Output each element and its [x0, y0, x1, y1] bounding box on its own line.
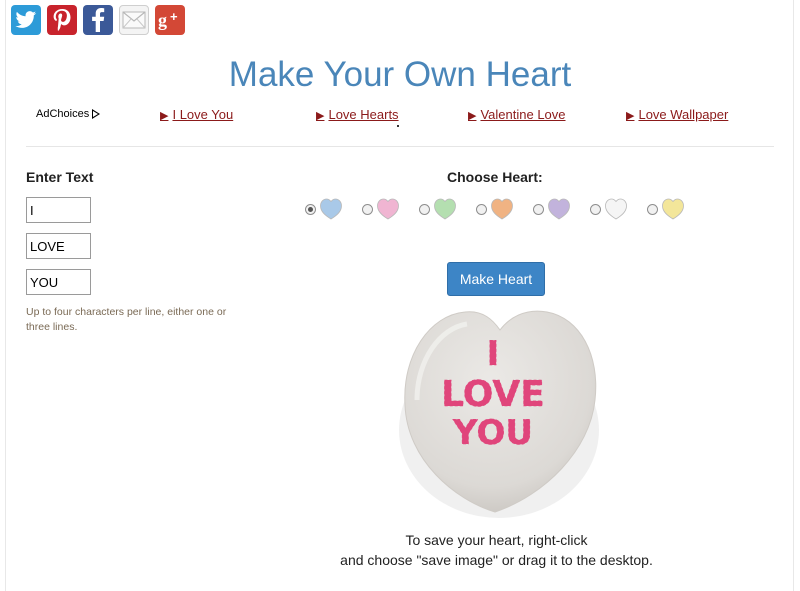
heart-option-5[interactable]: [533, 197, 571, 221]
input-hint: Up to four characters per line, either o…: [26, 306, 227, 333]
heart-text-line-2: LOVE: [441, 374, 545, 415]
heart-option-2[interactable]: [362, 197, 400, 221]
envelope-icon: [122, 11, 146, 29]
svg-text:+: +: [170, 9, 178, 24]
google-plus-share-button[interactable]: g +: [155, 5, 185, 35]
social-share-bar: g +: [11, 5, 185, 35]
play-arrow-icon: ▶: [468, 110, 477, 122]
mini-heart-icon: [662, 198, 684, 220]
pinterest-share-button[interactable]: [47, 5, 77, 35]
svg-text:g: g: [158, 10, 167, 30]
mini-heart-icon: [434, 198, 456, 220]
make-heart-button[interactable]: Make Heart: [447, 262, 545, 296]
google-plus-icon: g +: [158, 9, 178, 30]
ad-link-love-wallpaper[interactable]: ▶ Love Wallpaper: [626, 107, 728, 122]
heart-option-radio[interactable]: [476, 203, 487, 215]
adchoices-link[interactable]: AdChoices: [36, 108, 101, 120]
mini-heart-icon: [320, 198, 342, 220]
ad-link-label: I Love You: [172, 107, 234, 122]
facebook-f-icon: [92, 8, 105, 32]
heart-option-radio[interactable]: [305, 203, 316, 215]
ad-link-label: Valentine Love: [480, 107, 566, 122]
save-instructions-line-1: To save your heart, right-click: [405, 532, 588, 548]
heart-text-line-1: I: [487, 334, 500, 374]
play-arrow-icon: ▶: [316, 110, 325, 122]
enter-text-label: Enter Text: [26, 169, 94, 185]
play-arrow-icon: ▶: [160, 110, 169, 122]
heart-option-radio[interactable]: [533, 203, 544, 215]
pinterest-p-icon: [53, 9, 71, 31]
heart-line-2-input[interactable]: [26, 233, 91, 259]
heart-line-3-input[interactable]: [26, 269, 91, 295]
choose-heart-label: Choose Heart:: [447, 169, 543, 185]
heart-line-1-input[interactable]: [26, 197, 91, 223]
heart-option-radio[interactable]: [647, 203, 658, 215]
twitter-share-button[interactable]: [11, 5, 41, 35]
stray-dot: [397, 125, 399, 127]
heart-preview-image[interactable]: I LOVE YOU: [385, 300, 607, 520]
ad-link-label: Love Hearts: [328, 107, 399, 122]
heart-option-4[interactable]: [476, 197, 514, 221]
save-instructions-line-2: and choose "save image" or drag it to th…: [340, 552, 653, 568]
heart-option-7[interactable]: [647, 197, 685, 221]
ad-link-i-love-you[interactable]: ▶ I Love You: [160, 107, 233, 122]
heart-option-6[interactable]: [590, 197, 628, 221]
mini-heart-icon: [548, 198, 570, 220]
save-instructions: To save your heart, right-click and choo…: [0, 530, 800, 570]
heart-option-3[interactable]: [419, 197, 457, 221]
adchoices-triangle-icon: [92, 109, 101, 119]
adchoices-label: AdChoices: [36, 108, 90, 120]
heart-option-radio[interactable]: [362, 203, 373, 215]
play-arrow-icon: ▶: [626, 110, 635, 122]
mini-heart-icon: [377, 198, 399, 220]
mini-heart-icon: [605, 198, 627, 220]
mini-heart-icon: [491, 198, 513, 220]
email-share-button[interactable]: [119, 5, 149, 35]
heart-option-radio[interactable]: [590, 203, 601, 215]
heart-option-1[interactable]: [305, 197, 343, 221]
ad-link-love-hearts[interactable]: ▶ Love Hearts: [316, 107, 399, 122]
ad-link-valentine-love[interactable]: ▶ Valentine Love: [468, 107, 566, 122]
facebook-share-button[interactable]: [83, 5, 113, 35]
twitter-bird-icon: [15, 11, 37, 28]
page-title: Make Your Own Heart: [228, 55, 572, 94]
section-divider: [26, 146, 774, 147]
heart-text-line-3: YOU: [452, 413, 533, 453]
heart-option-radio[interactable]: [419, 203, 430, 215]
ad-link-label: Love Wallpaper: [638, 107, 729, 122]
